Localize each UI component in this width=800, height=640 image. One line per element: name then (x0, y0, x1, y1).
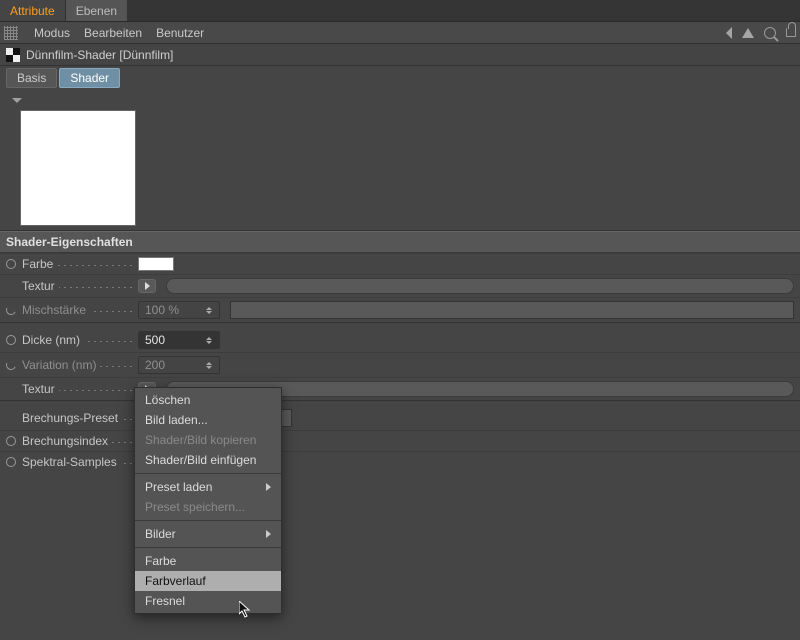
label-refraction-index: Brechungsindex (22, 434, 112, 448)
color-swatch[interactable] (138, 257, 174, 271)
thickness-value: 500 (145, 333, 165, 347)
menu-mode[interactable]: Modus (34, 26, 70, 40)
separator (135, 520, 281, 521)
section-shader-props: Shader-Eigenschaften (0, 231, 800, 253)
row-color: Farbe (0, 253, 800, 274)
properties-panel: Farbe Textur Mischstärke 100 % Dicke (nm… (0, 253, 800, 472)
row-mixstrength: Mischstärke 100 % (0, 297, 800, 322)
disclose-icon[interactable] (12, 98, 22, 103)
menu-bar: Modus Bearbeiten Benutzer (0, 22, 800, 44)
chevron-right-icon (266, 530, 271, 538)
ctx-preset-load[interactable]: Preset laden (135, 477, 281, 497)
menu-user[interactable]: Benutzer (156, 26, 204, 40)
chevron-right-icon (266, 483, 271, 491)
separator (135, 547, 281, 548)
row-spectral-samples: Spektral-Samples (0, 451, 800, 472)
sub-tabs: Basis Shader (0, 66, 800, 90)
row-variation: Variation (nm) 200 (0, 352, 800, 377)
row-refraction-preset: Brechungs-Preset (0, 400, 800, 430)
top-tabs: Attribute Ebenen (0, 0, 800, 22)
anim-toggle[interactable] (6, 259, 16, 269)
lock-icon[interactable] (786, 28, 796, 37)
label-refraction-preset: Brechungs-Preset (22, 411, 122, 425)
texture-context-menu: Löschen Bild laden... Shader/Bild kopier… (134, 387, 282, 614)
mixstrength-slider[interactable] (230, 301, 794, 319)
up-icon[interactable] (742, 28, 754, 38)
tab-attribute[interactable]: Attribute (0, 0, 65, 21)
separator (135, 473, 281, 474)
row-texture1: Textur (0, 274, 800, 297)
row-texture2: Textur (0, 377, 800, 400)
anim-toggle[interactable] (5, 359, 18, 372)
grid-icon[interactable] (4, 26, 18, 40)
object-title: Dünnfilm-Shader [Dünnfilm] (26, 48, 173, 62)
anim-toggle[interactable] (6, 436, 16, 446)
menu-edit[interactable]: Bearbeiten (84, 26, 142, 40)
variation-field[interactable]: 200 (138, 356, 220, 374)
subtab-shader[interactable]: Shader (59, 68, 120, 88)
texture1-slot[interactable] (166, 278, 794, 294)
label-texture2: Textur (22, 382, 59, 396)
anim-toggle[interactable] (6, 335, 16, 345)
ctx-images[interactable]: Bilder (135, 524, 281, 544)
ctx-paste[interactable]: Shader/Bild einfügen (135, 450, 281, 470)
label-mixstrength: Mischstärke (22, 303, 90, 317)
preview-section (0, 90, 800, 231)
variation-value: 200 (145, 358, 165, 372)
ctx-copy: Shader/Bild kopieren (135, 430, 281, 450)
ctx-fresnel[interactable]: Fresnel (135, 591, 281, 611)
ctx-preset-save: Preset speichern... (135, 497, 281, 517)
ctx-color[interactable]: Farbe (135, 551, 281, 571)
caret-right-icon (145, 282, 150, 290)
thickness-field[interactable]: 500 (138, 331, 220, 349)
search-icon[interactable] (764, 27, 776, 39)
ctx-gradient[interactable]: Farbverlauf (135, 571, 281, 591)
texture1-menu-button[interactable] (138, 279, 156, 293)
label-thickness: Dicke (nm) (22, 333, 84, 347)
shader-preview[interactable] (20, 110, 136, 226)
ctx-load-image[interactable]: Bild laden... (135, 410, 281, 430)
object-title-row: Dünnfilm-Shader [Dünnfilm] (0, 44, 800, 66)
mixstrength-field[interactable]: 100 % (138, 301, 220, 319)
anim-toggle[interactable] (6, 457, 16, 467)
row-thickness: Dicke (nm) 500 (0, 322, 800, 352)
ctx-delete[interactable]: Löschen (135, 390, 281, 410)
mixstrength-value: 100 % (145, 303, 179, 317)
shader-icon (6, 48, 20, 62)
row-refraction-index: Brechungsindex (0, 430, 800, 451)
label-color: Farbe (22, 257, 57, 271)
label-spectral-samples: Spektral-Samples (22, 455, 121, 469)
subtab-basis[interactable]: Basis (6, 68, 57, 88)
back-icon[interactable] (726, 27, 732, 39)
anim-toggle[interactable] (5, 304, 18, 317)
label-texture1: Textur (22, 279, 59, 293)
tab-layers[interactable]: Ebenen (65, 0, 127, 21)
label-variation: Variation (nm) (22, 358, 100, 372)
